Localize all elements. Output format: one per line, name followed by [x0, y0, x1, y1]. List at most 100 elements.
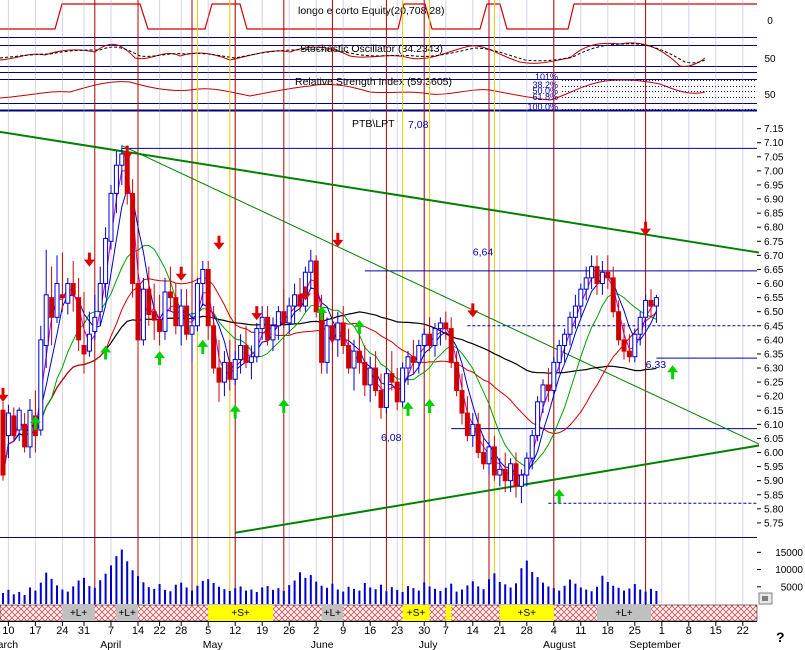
- candle: [167, 266, 173, 312]
- volume-bar: [525, 560, 528, 604]
- x-month-label: August: [543, 639, 576, 650]
- candle: [275, 306, 281, 340]
- candle: [346, 328, 352, 374]
- candle-body: [470, 423, 476, 437]
- scroll-widget-thumb[interactable]: [762, 596, 768, 601]
- volume-bar: [623, 590, 625, 604]
- candle: [76, 277, 82, 352]
- trendline: [121, 145, 760, 445]
- volume-bar: [315, 581, 318, 604]
- y-tick-label: 6.45: [764, 321, 784, 332]
- candle: [481, 435, 487, 470]
- volume-bar: [83, 577, 85, 604]
- volume-bar: [234, 588, 237, 604]
- volume-bar: [363, 582, 366, 604]
- candle: [27, 399, 33, 459]
- volume-bar: [245, 590, 247, 604]
- volume-bar: [644, 591, 647, 604]
- candle-body: [227, 361, 233, 380]
- volume-bar: [558, 590, 561, 604]
- candle: [470, 413, 476, 447]
- candle-body: [5, 412, 11, 437]
- candle-body: [59, 294, 65, 299]
- y-tick-label: 7.05: [764, 152, 784, 163]
- candle: [400, 362, 406, 408]
- candle-body: [643, 299, 649, 318]
- candle-body: [243, 344, 249, 363]
- volume-bar: [585, 589, 588, 604]
- volume-bar: [147, 587, 150, 604]
- candle-body: [454, 361, 460, 392]
- x-day-label: 15: [710, 625, 722, 637]
- scroll-widget[interactable]: [758, 592, 773, 605]
- volume-bar: [520, 568, 523, 604]
- candle-body: [529, 435, 535, 459]
- candle-body: [119, 153, 125, 166]
- candle: [135, 249, 141, 354]
- y-tick-label: 6.40: [764, 335, 784, 346]
- candle: [292, 283, 298, 323]
- candle-body: [427, 333, 433, 346]
- candle: [562, 328, 568, 363]
- candle-body: [157, 319, 163, 332]
- candle-body: [329, 325, 335, 341]
- candle-body: [351, 350, 357, 369]
- volume-bar: [299, 572, 301, 604]
- candle-body: [599, 271, 605, 285]
- equity-indicator-label: longo e corto Equity(20,708.28): [298, 5, 445, 17]
- candle-body: [421, 333, 427, 346]
- candle-body: [367, 367, 373, 386]
- candle-body: [173, 297, 179, 327]
- candle-body: [394, 381, 400, 403]
- candle-body: [459, 390, 465, 414]
- x-month-label: September: [629, 639, 681, 650]
- x-day-label: 2: [313, 625, 319, 637]
- ma-fast-line: [2, 187, 657, 476]
- candle-body: [616, 311, 622, 341]
- y-tick-label: 6.90: [764, 195, 784, 206]
- volume-bar: [504, 584, 507, 604]
- candle-body: [275, 311, 281, 327]
- candle: [410, 339, 416, 374]
- candle-body: [16, 409, 22, 431]
- volume-bar: [331, 583, 334, 604]
- candle-body: [113, 164, 119, 194]
- candle: [86, 311, 92, 357]
- candle-body: [389, 373, 395, 383]
- volume-bar: [326, 587, 328, 604]
- candle-body: [594, 266, 600, 285]
- y-tick-label: 6.10: [764, 420, 784, 431]
- volume-bar: [606, 581, 609, 604]
- y-tick-label: 6.50: [764, 307, 784, 318]
- candle-body: [167, 291, 173, 299]
- volume-bar: [650, 588, 652, 604]
- volume-axis: 15000 10000 5000: [757, 548, 803, 593]
- candles: [0, 145, 659, 504]
- candle-body: [556, 344, 562, 363]
- candle: [243, 325, 249, 369]
- candle-body: [146, 288, 152, 316]
- candle-body: [22, 423, 28, 448]
- buy-arrow-icon: [229, 404, 241, 419]
- volume-bar: [66, 591, 69, 604]
- x-month-label: April: [100, 639, 121, 650]
- price-axis: 7.15 7.10 7.05 7.00 6.95 6.90 6.85 6.80 6.75 6.70…: [757, 124, 784, 529]
- equity-axis-label: 0: [767, 16, 773, 27]
- help-glyph[interactable]: ?: [776, 629, 785, 645]
- volume-bar: [477, 586, 480, 604]
- volume-bar: [169, 591, 172, 604]
- candle-body: [437, 322, 443, 330]
- candle-body: [432, 328, 438, 346]
- candle-body: [356, 350, 362, 363]
- y-tick-label: 6.70: [764, 251, 784, 262]
- candle-body: [383, 373, 389, 408]
- candle: [502, 452, 508, 492]
- price-annotation: 6,08: [381, 432, 402, 444]
- candle-body: [140, 288, 146, 341]
- volume-bar: [320, 585, 323, 604]
- candle: [356, 334, 362, 374]
- volume-bar: [466, 585, 469, 604]
- candle-body: [86, 333, 92, 352]
- candle: [194, 277, 200, 332]
- candle: [140, 277, 146, 346]
